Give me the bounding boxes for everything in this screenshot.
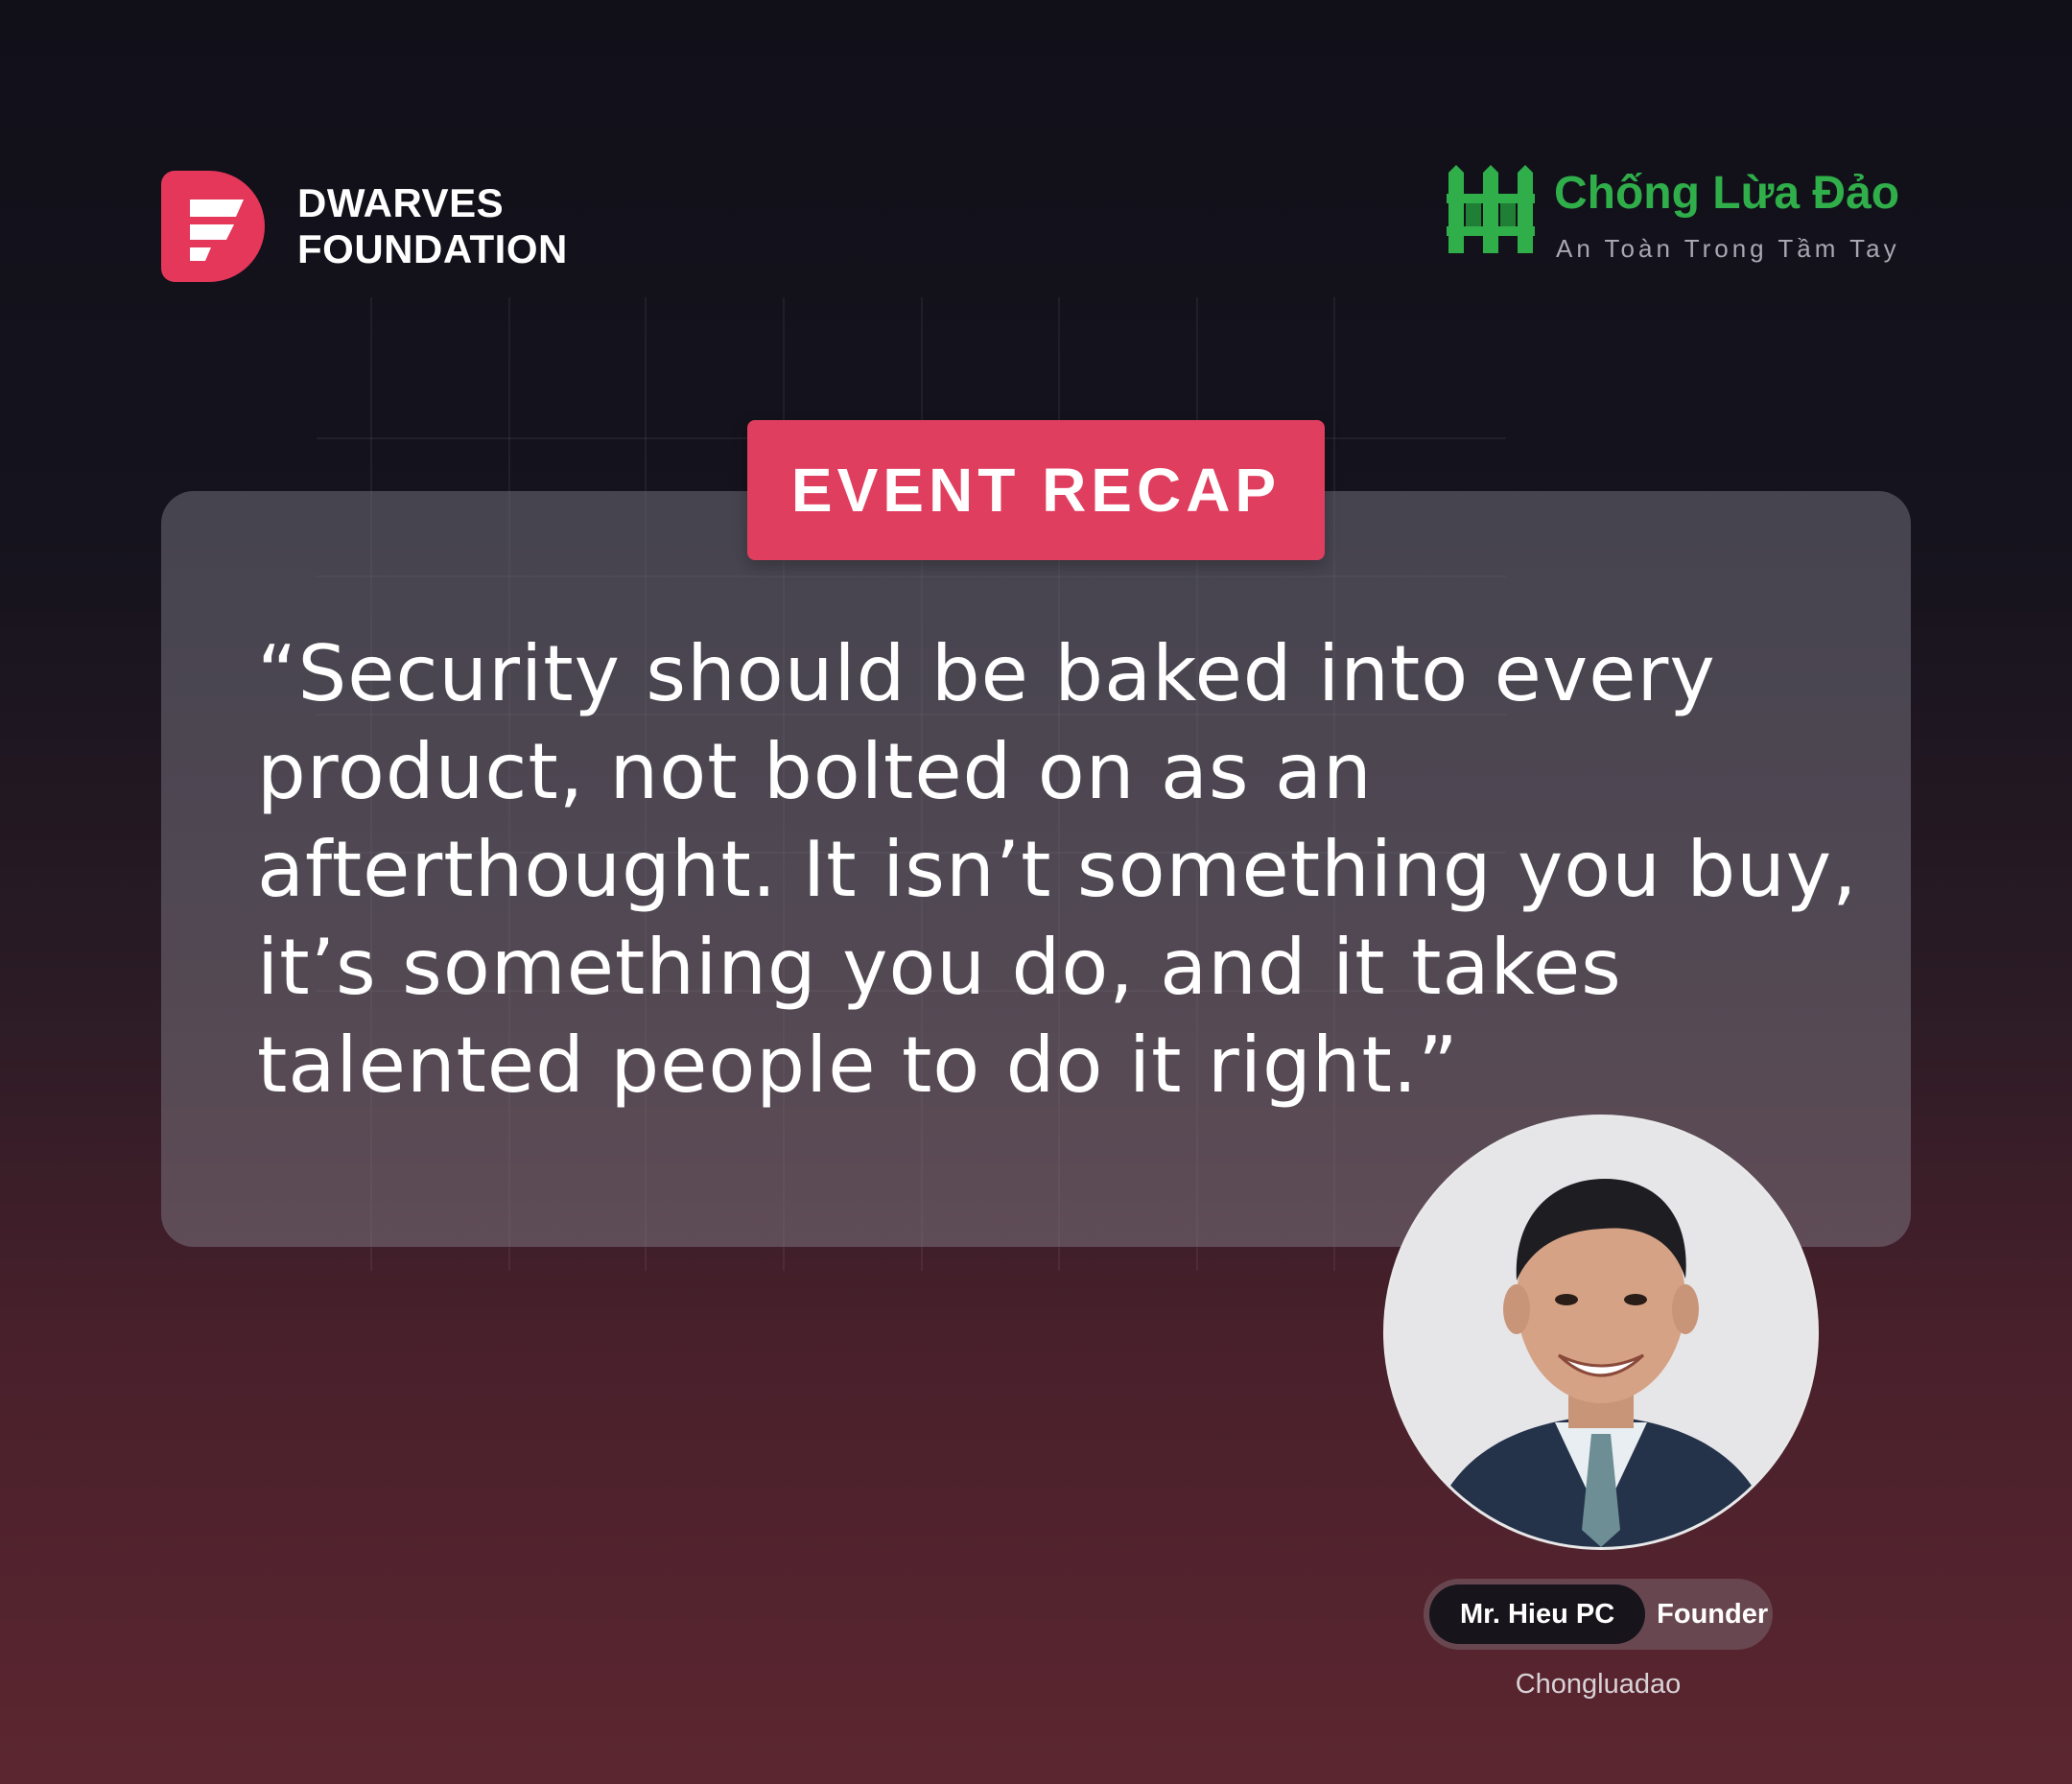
partner-title: Chống Lừa Đảo bbox=[1554, 168, 1900, 219]
speaker-name: Mr. Hieu PC bbox=[1429, 1584, 1646, 1644]
quote-text: “Security should be baked into every pro… bbox=[257, 629, 1858, 1110]
speaker-avatar bbox=[1383, 1115, 1819, 1550]
speaker-pill: Mr. Hieu PC Founder bbox=[1424, 1579, 1773, 1650]
chongluadao-logo: Chống Lừa Đảo An Toàn Trong Tầm Tay bbox=[1447, 165, 1900, 264]
partner-subtitle: An Toàn Trong Tầm Tay bbox=[1556, 234, 1900, 263]
dwarves-f-icon bbox=[161, 171, 265, 282]
dwarves-foundation-wordmark: DWARVES FOUNDATION bbox=[297, 180, 568, 272]
wordmark-line-2: FOUNDATION bbox=[297, 226, 568, 271]
speaker-photo bbox=[1386, 1117, 1816, 1547]
wordmark-line-1: DWARVES bbox=[297, 180, 505, 225]
dwarves-foundation-logo: DWARVES FOUNDATION bbox=[161, 171, 568, 282]
fence-icon bbox=[1447, 165, 1535, 253]
speaker-role: Founder bbox=[1657, 1598, 1769, 1630]
speaker-organization: Chongluadao bbox=[1515, 1669, 1682, 1700]
event-recap-badge: EVENT RECAP bbox=[747, 420, 1325, 560]
